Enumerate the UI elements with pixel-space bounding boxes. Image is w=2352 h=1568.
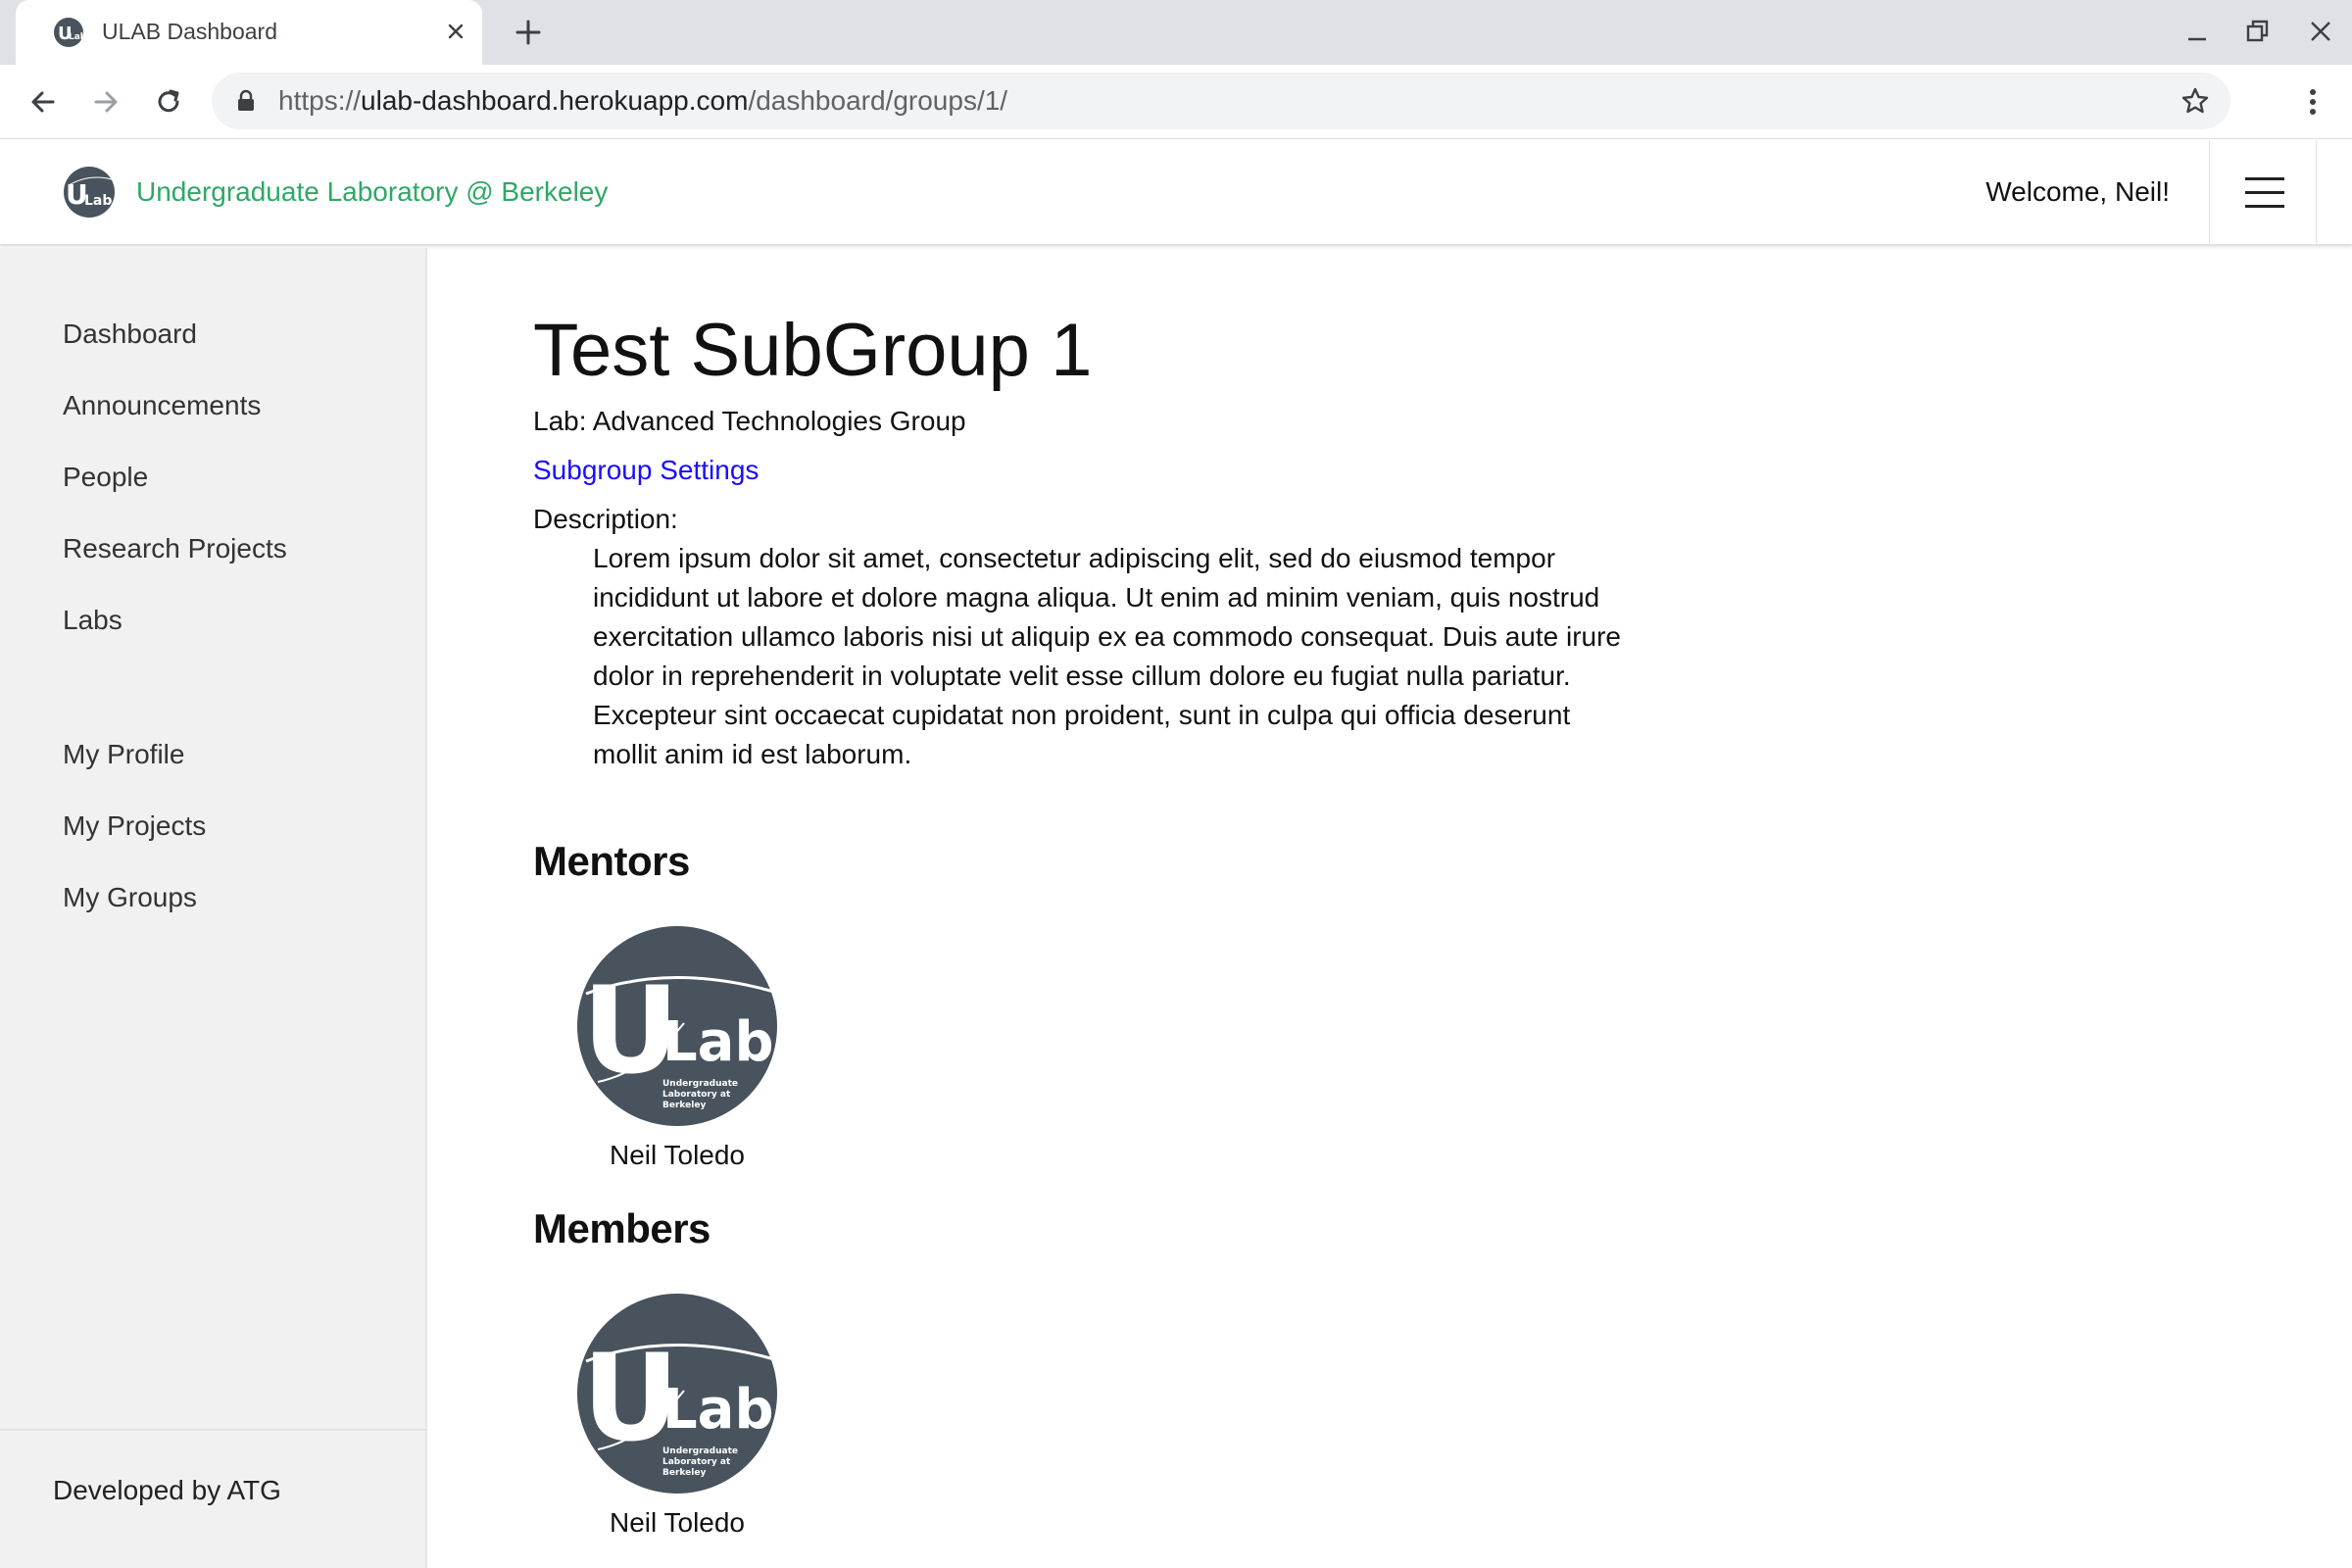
sidebar-item-announcements[interactable]: Announcements (63, 389, 261, 422)
avatar[interactable]: U Lab Undergraduate Laboratory at Berkel… (576, 925, 778, 1127)
forward-arrow-icon[interactable] (86, 82, 125, 122)
logo-caption-line: Berkeley (662, 1468, 706, 1478)
bookmark-star-icon[interactable] (2180, 85, 2211, 117)
ulab-logo-icon[interactable]: U Lab (63, 166, 116, 219)
mentor-card[interactable]: U Lab Undergraduate Laboratory at Berkel… (549, 925, 784, 1180)
browser-toolbar: https://ulab-dashboard.herokuapp.com/das… (0, 65, 2352, 139)
url-host: ulab-dashboard.herokuapp.com (361, 85, 749, 116)
page-title: Test SubGroup 1 (533, 309, 1093, 392)
members-heading: Members (533, 1205, 710, 1251)
new-tab-plus-icon[interactable] (510, 14, 547, 51)
sidebar-footer: Developed by ATG (0, 1429, 425, 1568)
browser-tab[interactable]: U Lab ULAB Dashboard (16, 0, 482, 65)
avatar[interactable]: U Lab Undergraduate Laboratory at Berkel… (576, 1293, 778, 1494)
url-scheme: https:// (278, 85, 362, 116)
description-text: Lorem ipsum dolor sit amet, consectetur … (593, 543, 1621, 769)
url-path: /dashboard/groups/1/ (748, 85, 1008, 116)
sidebar-item-people[interactable]: People (63, 461, 148, 494)
logo-caption-line: Laboratory at (662, 1457, 731, 1467)
description-label: Description: (533, 504, 678, 534)
browser-tabstrip: U Lab ULAB Dashboard (0, 0, 2352, 65)
lab-name: Lab: Advanced Technologies Group (533, 406, 966, 436)
close-window-icon[interactable] (2301, 12, 2340, 51)
logo-caption-line: Berkeley (662, 1101, 706, 1110)
sidebar: Dashboard Announcements People Research … (0, 248, 427, 1568)
welcome-message: Welcome, Neil! (1985, 176, 2170, 207)
member-name[interactable]: Neil Toledo (549, 1506, 806, 1540)
svg-text:Lab: Lab (69, 32, 84, 42)
hamburger-bar-icon (2245, 205, 2284, 208)
member-card[interactable]: U Lab Undergraduate Laboratory at Berkel… (549, 1293, 784, 1547)
footer-credit: Developed by ATG (53, 1475, 281, 1505)
mentor-name[interactable]: Neil Toledo (549, 1139, 806, 1172)
close-tab-icon[interactable] (439, 15, 472, 48)
hamburger-menu-button[interactable] (2209, 140, 2317, 244)
sidebar-item-my-profile[interactable]: My Profile (63, 738, 184, 771)
browser-menu-dots-icon[interactable] (2293, 82, 2332, 122)
url-text: https://ulab-dashboard.herokuapp.com/das… (278, 86, 1007, 116)
ulab-favicon-icon: U Lab (54, 18, 84, 47)
tab-title: ULAB Dashboard (102, 19, 277, 44)
logo-word-lab: Lab (662, 1010, 774, 1074)
minimize-window-icon[interactable] (2178, 12, 2217, 51)
main-content: Test SubGroup 1 Lab: Advanced Technologi… (427, 248, 2352, 1568)
sidebar-item-dashboard[interactable]: Dashboard (63, 318, 197, 351)
lock-icon[interactable] (233, 88, 259, 114)
logo-caption-line: Laboratory at (662, 1090, 731, 1100)
logo-caption-line: Undergraduate (662, 1446, 738, 1456)
hamburger-bar-icon (2245, 191, 2284, 194)
logo-caption-line: Undergraduate (662, 1079, 738, 1089)
restore-window-icon[interactable] (2238, 12, 2278, 51)
brand-name[interactable]: Undergraduate Laboratory @ Berkeley (136, 175, 608, 209)
subgroup-settings-link[interactable]: Subgroup Settings (533, 454, 759, 487)
reload-icon[interactable] (149, 82, 188, 122)
address-bar[interactable]: https://ulab-dashboard.herokuapp.com/das… (212, 73, 2230, 129)
sidebar-item-research-projects[interactable]: Research Projects (63, 532, 287, 565)
site-header: U Lab Undergraduate Laboratory @ Berkele… (0, 140, 2352, 246)
back-arrow-icon[interactable] (24, 82, 63, 122)
sidebar-item-labs[interactable]: Labs (63, 604, 122, 637)
svg-text:Lab: Lab (84, 193, 112, 209)
mentors-heading: Mentors (533, 838, 690, 884)
logo-word-lab: Lab (662, 1378, 774, 1442)
sidebar-item-my-projects[interactable]: My Projects (63, 809, 206, 843)
hamburger-bar-icon (2245, 177, 2284, 180)
sidebar-item-my-groups[interactable]: My Groups (63, 881, 197, 914)
